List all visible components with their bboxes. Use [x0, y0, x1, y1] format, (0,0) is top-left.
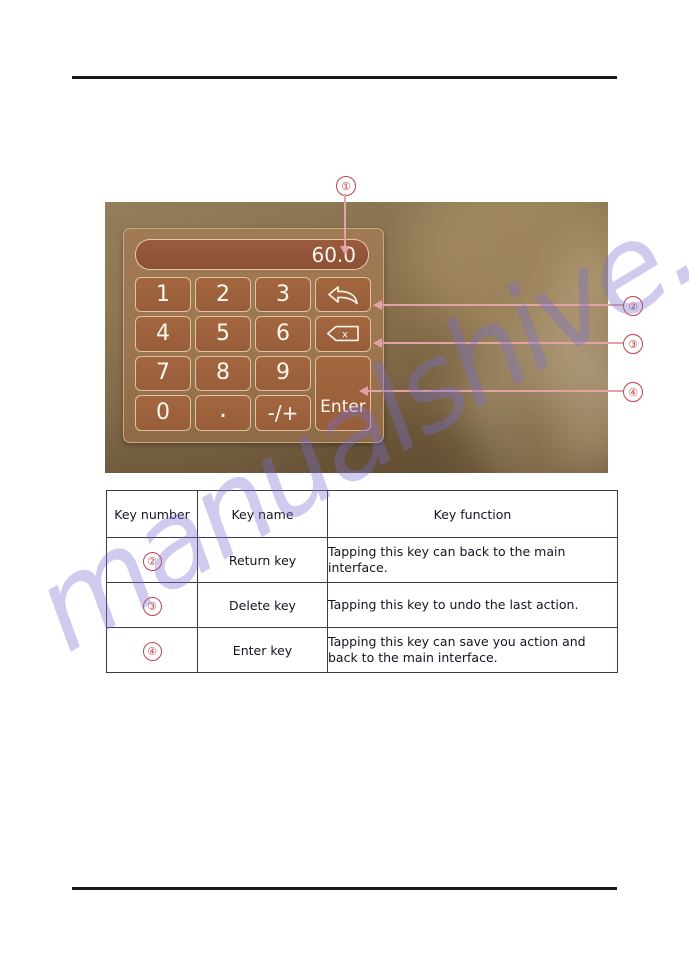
svg-text:x: x	[342, 330, 348, 341]
row-key-function: Tapping this key to undo the last action…	[327, 582, 618, 628]
header-rule	[72, 76, 617, 79]
row-key-number: ④	[106, 627, 198, 673]
key-label: 1	[156, 281, 170, 307]
key-label: 5	[216, 320, 230, 346]
key-1[interactable]: 1	[135, 277, 191, 313]
key-label: 0	[156, 399, 170, 425]
table-row: ③ Delete key Tapping this key to undo th…	[106, 582, 618, 628]
key-2[interactable]: 2	[195, 277, 251, 313]
table-row: ④ Enter key Tapping this key can save yo…	[106, 627, 618, 673]
key-label: 3	[276, 281, 290, 307]
callout-4-marker: ④	[623, 382, 643, 402]
callout-3-marker: ③	[623, 334, 643, 354]
row-key-name: Enter key	[197, 627, 328, 673]
footer-rule	[72, 887, 617, 890]
key-return[interactable]	[315, 277, 371, 313]
table-row: ② Return key Tapping this key can back t…	[106, 537, 618, 583]
key-label: 8	[216, 360, 230, 386]
key-delete[interactable]: x	[315, 316, 371, 352]
table-header-key-name: Key name	[197, 490, 328, 538]
row-key-function: Tapping this key can save you action and…	[327, 627, 618, 673]
table-header-row: Key number Key name Key function	[106, 490, 618, 538]
numeric-keypad-panel: 60.0 1 2 3 4 5 6 x 7 8 9 Enter 0 . -/+	[123, 228, 384, 443]
key-label: 4	[156, 320, 170, 346]
callout-marker: ②	[142, 551, 162, 571]
key-label: .	[218, 393, 228, 424]
key-sign-toggle[interactable]: -/+	[255, 394, 311, 431]
key-0[interactable]: 0	[135, 394, 191, 431]
key-decimal-point[interactable]: .	[195, 393, 251, 431]
key-label: 2	[216, 281, 230, 307]
row-key-function: Tapping this key can back to the main in…	[327, 537, 618, 583]
key-label: 6	[276, 320, 290, 346]
callout-marker: ④	[142, 641, 162, 661]
key-label: -/+	[267, 400, 299, 425]
key-label: 9	[276, 360, 290, 386]
callout-1-marker: ①	[336, 176, 356, 196]
row-key-name: Delete key	[197, 582, 328, 628]
key-reference-table: Key number Key name Key function ② Retur…	[106, 490, 618, 673]
key-8[interactable]: 8	[195, 355, 251, 391]
key-3[interactable]: 3	[255, 277, 311, 313]
key-label: 7	[156, 360, 170, 386]
row-key-name: Return key	[197, 537, 328, 583]
table-header-key-number: Key number	[106, 490, 198, 538]
return-arrow-icon	[328, 285, 358, 305]
key-4[interactable]: 4	[135, 316, 191, 352]
row-key-number: ③	[106, 582, 198, 628]
callout-marker: ③	[142, 596, 162, 616]
key-7[interactable]: 7	[135, 355, 191, 391]
key-9[interactable]: 9	[255, 355, 311, 391]
key-enter[interactable]: Enter	[315, 355, 371, 431]
key-label: Enter	[320, 396, 366, 417]
table-header-key-function: Key function	[327, 490, 618, 538]
callout-annotations: ① ② ③ ④	[0, 0, 689, 973]
keypad-display-field[interactable]: 60.0	[135, 239, 369, 270]
callout-2-marker: ②	[623, 296, 643, 316]
key-6[interactable]: 6	[255, 316, 311, 352]
keypad-grid: 1 2 3 4 5 6 x 7 8 9 Enter 0 . -/+	[135, 277, 371, 431]
key-5[interactable]: 5	[195, 316, 251, 352]
row-key-number: ②	[106, 537, 198, 583]
backspace-delete-icon: x	[327, 326, 359, 342]
